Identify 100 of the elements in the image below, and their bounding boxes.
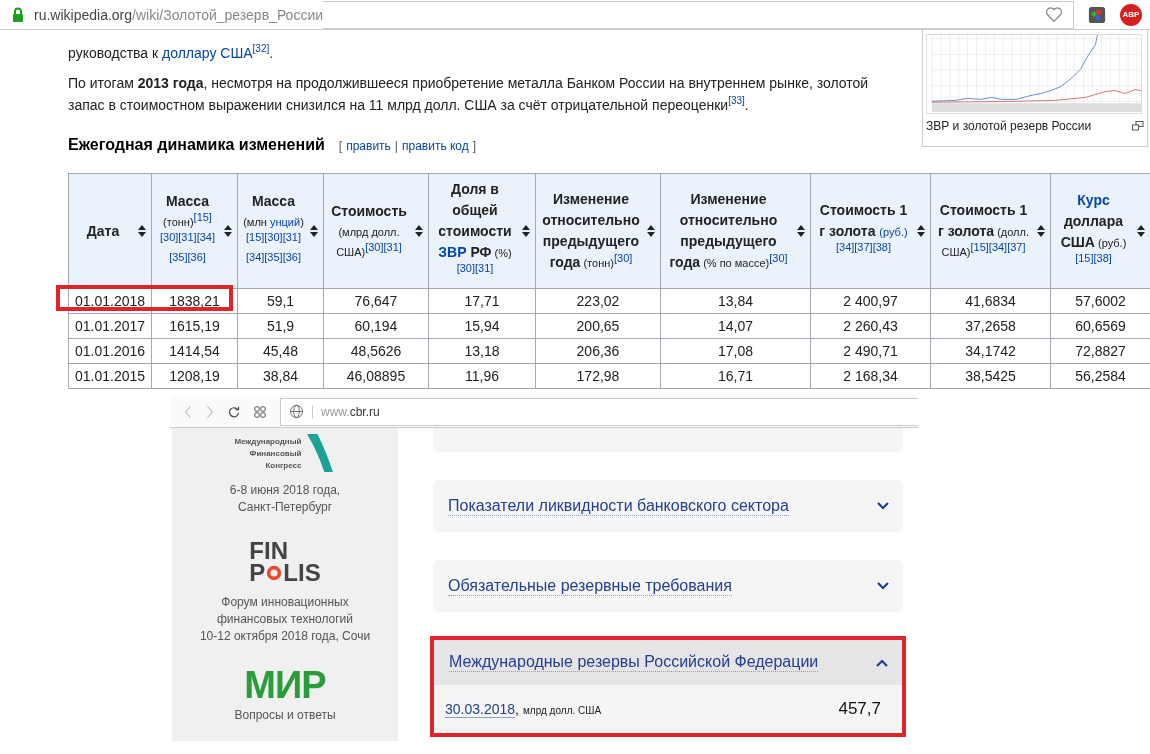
event-text: Вопросы и ответы (234, 707, 336, 724)
footnote-link[interactable]: [37] (854, 241, 873, 254)
footnote-link[interactable]: [38] (1093, 251, 1112, 264)
table-cell: 200,65 (535, 313, 661, 339)
sort-icon[interactable] (917, 225, 925, 237)
header-link[interactable]: ЗВР (438, 244, 467, 260)
footnote-link[interactable]: [35] (169, 250, 188, 263)
address-field[interactable]: www.cbr.ru (280, 397, 918, 426)
sort-icon[interactable] (138, 225, 146, 237)
table-cell: 01.01.2017 (68, 313, 152, 339)
footnote-link[interactable]: [31] (178, 230, 197, 243)
footnote-link[interactable]: [31] (282, 230, 302, 243)
footnote-link[interactable]: [30] (456, 262, 475, 275)
footnote-link[interactable]: [30] (264, 230, 283, 243)
table-cell: 11,96 (428, 363, 536, 389)
table-cell: 2 400,97 (810, 288, 931, 314)
footnote-link[interactable]: [31] (475, 262, 494, 275)
table-cell: 17,08 (660, 338, 811, 364)
table-cell: 37,2658 (930, 313, 1051, 339)
footnote-link[interactable]: [34] (835, 241, 855, 254)
accordion-title[interactable]: Показатели ликвидности банковского сектора (448, 496, 789, 516)
edit-link[interactable]: править (346, 139, 391, 153)
footnote-link[interactable]: [38] (872, 241, 892, 254)
footnote-link[interactable]: [30] (769, 252, 788, 265)
footnote-link[interactable]: [15] (245, 230, 265, 243)
heart-icon[interactable] (1045, 6, 1063, 23)
grid-icon[interactable] (254, 404, 266, 419)
footnote-link[interactable]: [30] (159, 230, 179, 243)
accordion-header[interactable]: Показатели ликвидности банковского сектора (433, 480, 903, 532)
table-cell: 59,1 (237, 288, 324, 314)
table-cell: 2 260,43 (810, 313, 931, 339)
chevron-down-icon[interactable] (877, 582, 889, 590)
sort-icon[interactable] (522, 225, 530, 237)
footnote-link[interactable]: [15] (1075, 251, 1094, 264)
header-link[interactable]: (руб.) (879, 226, 908, 238)
unit-label: млрд долл. США (522, 704, 602, 716)
table-cell: 60,194 (323, 313, 429, 339)
bracket: [ (338, 139, 343, 153)
table-cell: 14,07 (660, 313, 811, 339)
footnote-link[interactable]: [30] (613, 252, 633, 265)
paragraph: По итогам 2013 года, несмотря на продолжившееся приобретение металла Банком России на внутреннем рынке, золотой запас в стоимостном выражении снизился на 11 млрд долл. США за счёт отрицательной переоценки$^{[33]}$. (68, 74, 870, 115)
table-cell: 38,5425 (930, 363, 1051, 389)
globe-icon (289, 404, 304, 419)
table-cell: 206,36 (535, 338, 661, 364)
sort-icon[interactable] (1137, 225, 1145, 237)
table-cell: 1615,19 (151, 313, 238, 339)
paragraph: руководства к доллару США$^{[32]}$. (68, 42, 275, 63)
table-cell: 51,9 (237, 313, 324, 339)
footnote-link[interactable]: [15] (193, 210, 212, 223)
table-cell: 16,71 (660, 363, 811, 389)
congress-logo[interactable]: Международный Финансовый Конгресс (234, 434, 336, 472)
sort-icon[interactable] (797, 225, 805, 237)
accordion-header[interactable]: Обязательные резервные требования (433, 560, 903, 612)
sort-icon[interactable] (310, 225, 318, 237)
table-cell: 46,08895 (323, 363, 429, 389)
sort-icon[interactable] (415, 225, 423, 237)
table-cell: 17,71 (428, 288, 536, 314)
header-link[interactable]: Курс (1077, 191, 1110, 208)
footnote-link[interactable]: [31] (383, 240, 402, 253)
sort-icon[interactable] (224, 225, 232, 237)
extension-icon[interactable] (1088, 5, 1106, 24)
accordion-title[interactable]: Обязательные резервные требования (448, 576, 732, 596)
event-text: Форум инновационных финансовых технологий 10-12 октября 2018 года, Сочи (199, 594, 371, 645)
header-link[interactable]: унций (269, 215, 301, 228)
finopolis-logo[interactable]: FIN P LIS (249, 540, 321, 584)
chevron-down-icon[interactable] (877, 502, 889, 510)
table-cell: 172,98 (535, 363, 661, 389)
article-link[interactable]: доллару США (162, 45, 253, 61)
footnote-link[interactable]: [30] (365, 240, 384, 253)
chevron-up-icon[interactable] (876, 658, 888, 667)
figure-caption: ЗВР и золотой резерв России (926, 119, 1092, 133)
footnote-link[interactable]: [15] (970, 241, 989, 254)
separator: | (394, 139, 398, 153)
footnote-link[interactable]: [35] (264, 250, 283, 263)
column-header[interactable]: Дата (74, 220, 132, 242)
footnote-link[interactable]: [37] (1007, 241, 1026, 254)
footnote-link[interactable]: [34] (245, 250, 265, 263)
footnote-link[interactable]: [33] (728, 95, 745, 107)
url-text[interactable]: ru.wikipedia.org/wiki/Золотой_резерв_России (34, 6, 324, 23)
footnote-link[interactable]: [34] (988, 241, 1008, 254)
footnote-link[interactable]: [34] (196, 230, 216, 243)
table-cell: 15,94 (428, 313, 536, 339)
footnote-link[interactable]: [36] (187, 250, 206, 263)
adblock-icon[interactable]: ABP (1120, 3, 1142, 26)
table-cell: 2 168,34 (810, 363, 931, 389)
footnote-link[interactable]: [36] (282, 250, 302, 263)
enlarge-icon[interactable] (1132, 121, 1144, 131)
edit-link[interactable]: править код (401, 139, 469, 153)
sort-icon[interactable] (647, 225, 655, 237)
section-heading: Ежегодная динамика изменений (68, 136, 325, 154)
footnote-link[interactable]: [32] (252, 43, 270, 55)
table-cell: 01.01.2016 (68, 338, 152, 364)
chart-thumbnail-drawing[interactable] (926, 34, 1142, 114)
table-cell: 01.01.2018 (68, 288, 152, 314)
value-text: 457,7 (838, 699, 881, 719)
accordion-header[interactable]: Международные резервы Российской Федерации (434, 640, 902, 685)
reload-icon[interactable] (228, 404, 240, 419)
sort-icon[interactable] (1037, 225, 1045, 237)
accordion-title[interactable]: Международные резервы Российской Федерации (449, 653, 819, 672)
table-cell: 38,84 (237, 363, 324, 389)
